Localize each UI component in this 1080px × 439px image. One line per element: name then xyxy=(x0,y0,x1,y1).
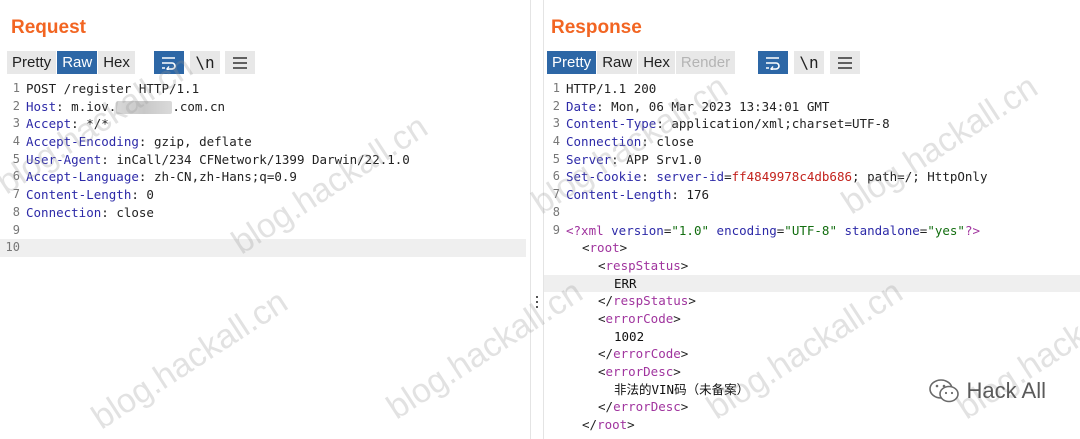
tab-pretty[interactable]: Pretty xyxy=(7,51,57,74)
code-line: 2 Date: Mon, 06 Mar 2023 13:34:01 GMT xyxy=(552,98,830,114)
code-line: 4 Accept-Encoding: gzip, deflate xyxy=(12,134,252,150)
menu-icon[interactable] xyxy=(830,51,860,74)
tab-render[interactable]: Render xyxy=(675,51,736,74)
redacted-block xyxy=(116,100,173,114)
code-line: 6 Set-Cookie: server-id=ff4849978c4db686;… xyxy=(552,169,988,185)
code-line: 5 Server: APP Srv1.0 xyxy=(552,151,702,167)
code-line: <respStatus> xyxy=(598,257,689,273)
code-line: 4 Connection: close xyxy=(552,134,694,150)
divider-grip-icon[interactable] xyxy=(535,296,539,312)
code-line: 1 POST /register HTTP/1.1 xyxy=(12,81,200,96)
tab-raw[interactable]: Raw xyxy=(597,51,638,74)
code-line: 8 xyxy=(552,204,560,219)
code-line: 9 xyxy=(12,222,20,237)
tab-pretty[interactable]: Pretty xyxy=(547,51,597,74)
code-line: 2 Host: m.iov. .com.cn xyxy=(12,98,226,114)
newline-icon[interactable]: \n xyxy=(794,51,824,74)
request-editor[interactable]: 1 POST /register HTTP/1.1 2 Host: m.iov. .c… xyxy=(0,80,530,439)
code-line-current: 10 xyxy=(0,239,526,257)
code-line: 1 HTTP/1.1 200 xyxy=(552,81,657,96)
tab-raw[interactable]: Raw xyxy=(57,51,98,74)
code-line-current: ERR xyxy=(544,274,1080,293)
code-line: <root> xyxy=(582,240,628,256)
code-line: 6 Accept-Language: zh-CN,zh-Hans;q=0.9 xyxy=(12,169,297,185)
menu-icon[interactable] xyxy=(225,51,255,74)
code-line: </respStatus> xyxy=(598,293,696,309)
code-line: 7 Content-Length: 0 xyxy=(12,187,154,203)
tab-hex[interactable]: Hex xyxy=(98,51,135,74)
response-view-tabs: Pretty Raw Hex Render xyxy=(547,51,736,74)
code-line: 5 User-Agent: inCall/234 CFNetwork/1399 D… xyxy=(12,151,410,167)
code-line: 9 <?xml version="1.0" encoding="UTF-8" st… xyxy=(552,222,981,238)
brand-name: Hack All xyxy=(966,378,1046,403)
response-pane: Response Pretty Raw Hex Render \n 1 HTTP/… xyxy=(544,0,1080,439)
request-view-tabs: Pretty Raw Hex xyxy=(7,51,136,74)
response-title: Response xyxy=(551,17,642,38)
chat-logo-icon xyxy=(928,379,959,403)
newline-icon[interactable]: \n xyxy=(190,51,220,74)
wrap-icon[interactable] xyxy=(758,51,788,74)
code-line: </root> xyxy=(582,417,635,433)
request-pane: Request Pretty Raw Hex \n 1 POST /registe… xyxy=(0,0,530,439)
code-line: <errorCode> xyxy=(598,310,681,326)
code-line: 3 Content-Type: application/xml;charset=U… xyxy=(552,116,890,132)
code-line: 3 Accept: */* xyxy=(12,116,109,132)
brand-watermark: Hack All xyxy=(928,378,1046,404)
code-line: 7 Content-Length: 176 xyxy=(552,187,709,203)
code-line: 1002 xyxy=(614,328,645,344)
tab-hex[interactable]: Hex xyxy=(638,51,675,74)
request-title: Request xyxy=(11,17,86,38)
pane-divider[interactable] xyxy=(530,0,544,439)
code-line: 8 Connection: close xyxy=(12,204,154,220)
wrap-icon[interactable] xyxy=(154,51,184,74)
code-line: </errorCode> xyxy=(598,346,689,362)
